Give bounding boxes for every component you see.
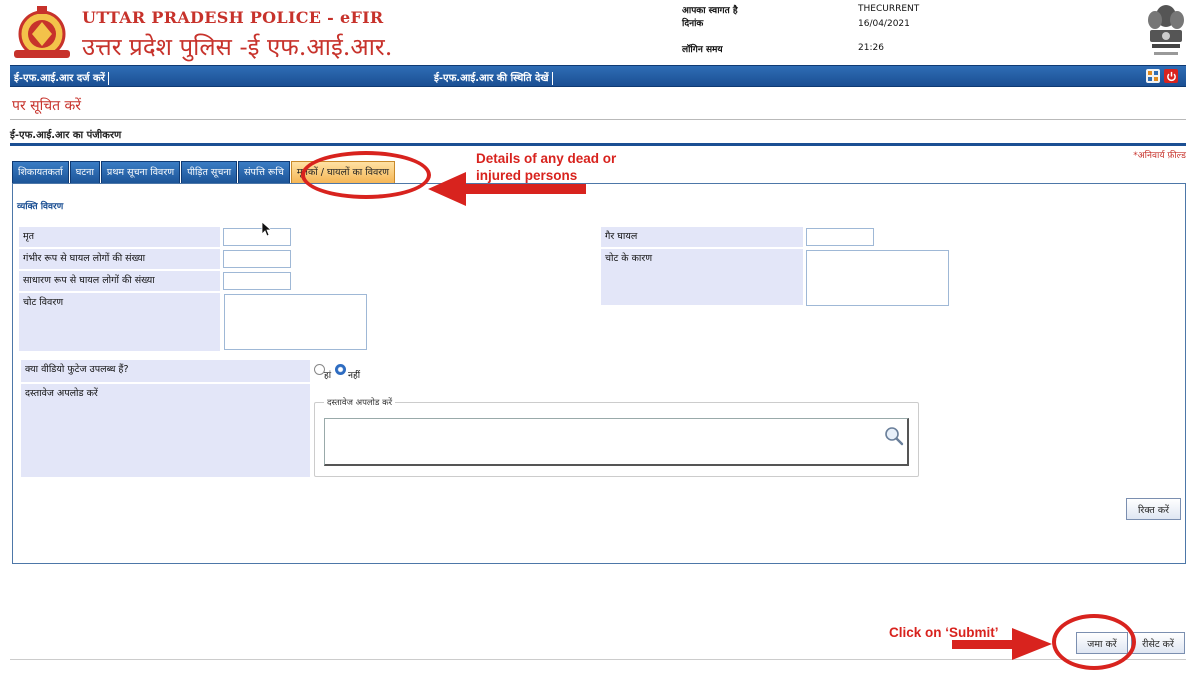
injury-cause-label: चोट के कारण bbox=[601, 249, 803, 305]
search-icon[interactable] bbox=[883, 425, 905, 447]
tab-victim-info[interactable]: पीड़ित सूचना bbox=[181, 161, 238, 183]
minor-injured-label: साधारण रूप से घायल लोगों की संख्या bbox=[19, 271, 220, 291]
national-emblem-icon bbox=[1148, 5, 1184, 55]
serious-injured-input[interactable] bbox=[223, 250, 291, 268]
dead-count-input[interactable] bbox=[223, 228, 291, 246]
upload-dropzone[interactable] bbox=[324, 418, 909, 466]
nav-register-label: ई-एफ.आई.आर दर्ज करें bbox=[14, 73, 105, 84]
upload-fieldset-legend: दस्तावेज अपलोड करें bbox=[324, 397, 396, 408]
mouse-cursor-icon bbox=[261, 221, 273, 237]
tab-fir-details[interactable]: प्रथम सूचना विवरण bbox=[100, 161, 181, 183]
nav-status-label: ई-एफ.आई.आर की स्थिति देखें bbox=[434, 73, 549, 84]
minor-injured-input[interactable] bbox=[223, 272, 291, 290]
brand-title-hi: उत्तर प्रदेश पुलिस -ई एफ.आई.आर. bbox=[82, 33, 393, 61]
upload-fieldset: दस्तावेज अपलोड करें bbox=[314, 397, 919, 477]
up-police-logo-icon bbox=[14, 6, 70, 58]
form-panel: व्यक्ति विवरण मृत गंभीर रूप से घायल लोगो… bbox=[12, 183, 1186, 564]
clear-button[interactable]: रिक्त करें bbox=[1126, 498, 1181, 520]
highlight-ring-tab bbox=[301, 151, 431, 199]
power-icon[interactable] bbox=[1164, 69, 1178, 83]
tab-property-interest[interactable]: संपत्ति रूचि bbox=[238, 161, 290, 183]
dead-label: मृत bbox=[19, 227, 220, 247]
arrow-right-icon bbox=[952, 628, 1052, 660]
person-details-legend: व्यक्ति विवरण bbox=[17, 202, 64, 212]
divider bbox=[10, 119, 1186, 120]
non-injured-label: गैर घायल bbox=[601, 227, 803, 247]
dead-injured-annotation: Details of any dead or injured persons bbox=[476, 150, 616, 184]
welcome-user: THECURRENT bbox=[858, 4, 920, 14]
upload-documents-label: दस्तावेज अपलोड करें bbox=[21, 384, 310, 477]
injury-cause-textarea[interactable] bbox=[806, 250, 949, 306]
annotation-line-2: injured persons bbox=[476, 168, 578, 183]
page-title: पर सूचित करें bbox=[12, 98, 82, 114]
video-no-label: नहीं bbox=[348, 371, 361, 381]
sitemap-icon[interactable] bbox=[1146, 69, 1160, 83]
video-yes-label: हां bbox=[324, 371, 332, 381]
annotation-line-1: Details of any dead or bbox=[476, 151, 617, 166]
highlight-ring-submit bbox=[1052, 614, 1136, 670]
header: UTTAR PRADESH POLICE - eFIR उत्तर प्रदेश… bbox=[0, 0, 1200, 64]
brand-title-en: UTTAR PRADESH POLICE - eFIR bbox=[82, 8, 384, 27]
serious-injured-label: गंभीर रूप से घायल लोगों की संख्या bbox=[19, 249, 220, 269]
video-footage-label: क्या वीडियो फुटेज उपलब्ध हैं? bbox=[21, 360, 310, 382]
reset-button[interactable]: रीसेट करें bbox=[1131, 632, 1185, 654]
tab-complainant[interactable]: शिकायतकर्ता bbox=[12, 161, 69, 183]
login-time-label: लॉगिन समय bbox=[682, 45, 723, 55]
injury-details-label: चोट विवरण bbox=[19, 293, 220, 351]
non-injured-input[interactable] bbox=[806, 228, 874, 246]
login-time-value: 21:26 bbox=[858, 43, 884, 53]
date-label: दिनांक bbox=[682, 19, 704, 29]
injury-details-textarea[interactable] bbox=[224, 294, 367, 350]
required-field-note: *अनिवार्य फ़ील्ड bbox=[1133, 151, 1186, 161]
tab-incident[interactable]: घटना bbox=[69, 161, 100, 183]
top-navbar: ई-एफ.आई.आर दर्ज करें ई-एफ.आई.आर की स्थित… bbox=[10, 65, 1186, 87]
date-value: 16/04/2021 bbox=[858, 19, 910, 29]
section-title: ई-एफ.आई.आर का पंजीकरण bbox=[10, 130, 122, 141]
video-no-radio[interactable] bbox=[335, 364, 346, 375]
section-divider bbox=[10, 143, 1186, 146]
nav-efir-status[interactable]: ई-एफ.आई.आर की स्थिति देखें bbox=[434, 70, 553, 85]
nav-register-efir[interactable]: ई-एफ.आई.आर दर्ज करें bbox=[14, 70, 109, 85]
welcome-label: आपका स्वागत है bbox=[682, 6, 738, 16]
